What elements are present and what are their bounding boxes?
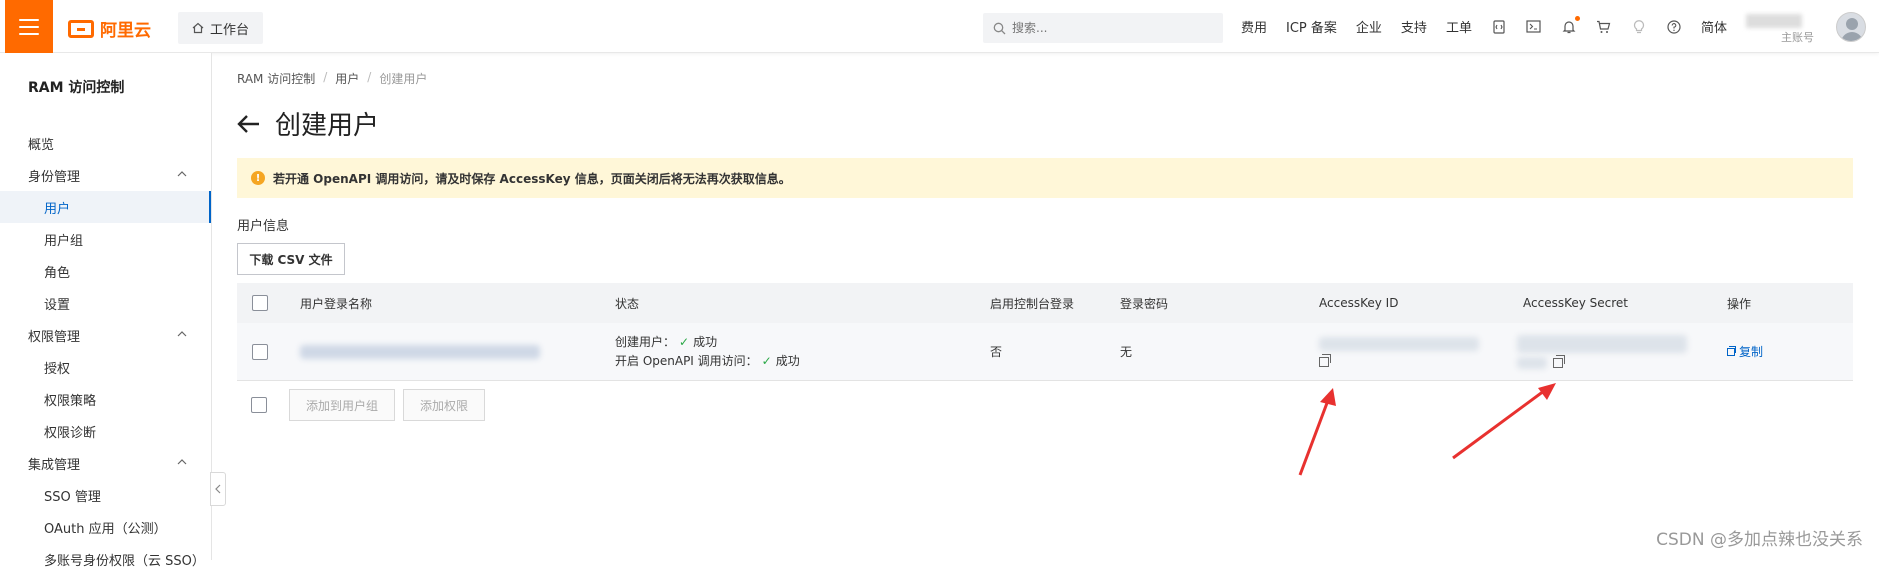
annotation-arrows: [0, 0, 1879, 560]
annotation-arrow: [1453, 383, 1556, 458]
annotation-arrow: [1300, 388, 1336, 475]
watermark: CSDN @多加点辣也没关系: [1656, 525, 1863, 550]
